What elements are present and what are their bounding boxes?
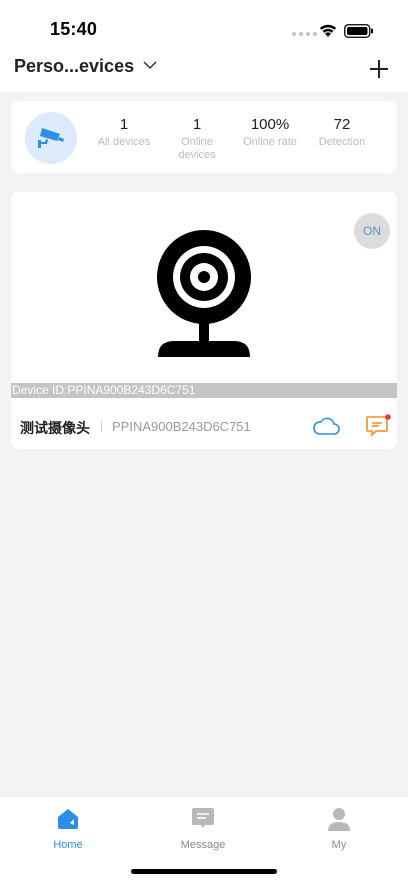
- stat-detection: 72 Detection: [318, 116, 366, 148]
- device-summary-card: 1 All devices 1 Online devices 100% Onli…: [11, 101, 397, 173]
- user-icon: [328, 808, 350, 831]
- device-group-title[interactable]: Perso...evices: [14, 56, 134, 77]
- cloud-storage-icon[interactable]: [312, 416, 340, 436]
- online-status-badge: ON: [354, 213, 390, 249]
- tab-my[interactable]: My: [299, 807, 379, 851]
- chevron-down-icon[interactable]: [142, 59, 158, 71]
- cellular-signal-icon: [292, 32, 317, 36]
- device-card[interactable]: ON Device ID:PPINA900B243D6C751 测试摄像头 PP…: [11, 192, 397, 449]
- stat-online-devices: 1 Online devices: [178, 116, 216, 161]
- top-area: 15:40 Perso...evices: [0, 0, 408, 92]
- tab-home[interactable]: Home: [28, 807, 108, 851]
- wifi-icon: [319, 24, 337, 37]
- nav-bar: Perso...evices: [0, 50, 408, 90]
- battery-icon: [344, 24, 373, 38]
- stat-all-devices: 1 All devices: [97, 116, 151, 148]
- home-icon: [58, 809, 78, 829]
- status-bar: 15:40: [0, 0, 408, 50]
- device-serial: PPINA900B243D6C751: [112, 419, 251, 434]
- device-id-overlay: Device ID:PPINA900B243D6C751: [11, 383, 397, 398]
- message-alert-icon[interactable]: [365, 414, 391, 438]
- stat-online-rate: 100% Online rate: [243, 116, 297, 148]
- tab-message[interactable]: Message: [163, 807, 243, 851]
- device-name: 测试摄像头: [20, 420, 90, 436]
- home-indicator: [131, 869, 277, 874]
- message-icon: [192, 808, 214, 828]
- add-device-button[interactable]: [368, 58, 390, 80]
- divider: [101, 421, 102, 432]
- security-camera-icon: [25, 112, 77, 164]
- camera-placeholder-icon: [157, 230, 251, 357]
- status-time: 15:40: [50, 19, 98, 39]
